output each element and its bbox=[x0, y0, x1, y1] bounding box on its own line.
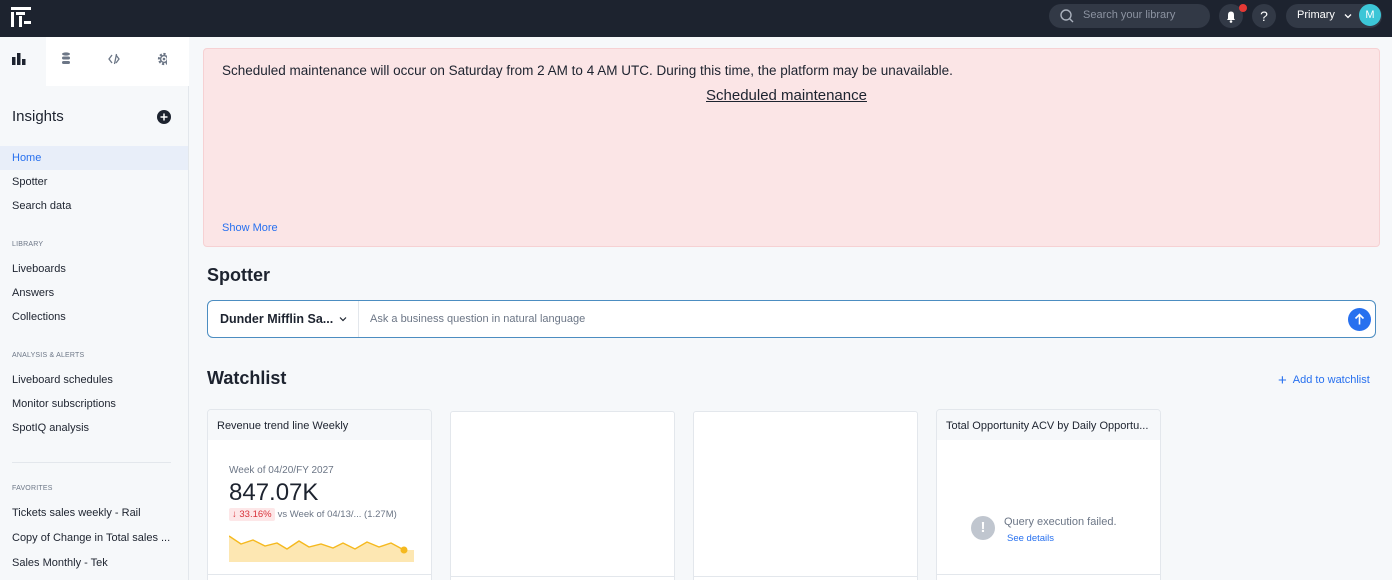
add-to-watchlist-button[interactable]: + Add to watchlist bbox=[1278, 372, 1370, 389]
banner-link[interactable]: Scheduled maintenance bbox=[706, 87, 867, 104]
datasource-selector[interactable]: Dunder Mifflin Sa... bbox=[208, 301, 359, 337]
kpi-period: Week of 04/20/FY 2027 bbox=[229, 465, 334, 476]
org-label: Primary bbox=[1297, 9, 1335, 21]
analysis-heading: ANALYSIS & ALERTS bbox=[12, 352, 85, 359]
sidebar-item-answers[interactable]: Answers bbox=[0, 281, 188, 305]
sidebar-item-spotter[interactable]: Spotter bbox=[0, 170, 188, 194]
top-bar: Search your library ? Primary M bbox=[0, 0, 1392, 37]
thoughtspot-logo-icon[interactable] bbox=[11, 7, 31, 27]
kpi-change-badge: ↓ 33.16% bbox=[229, 508, 275, 521]
kpi-value: 847.07K bbox=[229, 479, 319, 506]
help-button[interactable]: ? bbox=[1252, 4, 1276, 28]
tab-data[interactable] bbox=[46, 37, 92, 86]
add-to-watchlist-label: Add to watchlist bbox=[1292, 374, 1370, 386]
sidebar-item-monitor-subscriptions[interactable]: Monitor subscriptions bbox=[0, 392, 188, 416]
arrow-up-icon bbox=[1354, 313, 1365, 325]
search-library-input[interactable]: Search your library bbox=[1049, 4, 1210, 28]
sidebar-title: Insights bbox=[12, 108, 64, 125]
sidebar-item-liveboards[interactable]: Liveboards bbox=[0, 257, 188, 281]
watchlist-card-empty[interactable] bbox=[693, 411, 918, 580]
notification-badge bbox=[1239, 4, 1247, 12]
sidebar: Insights Home Spotter Search data LIBRAR… bbox=[0, 37, 189, 580]
plus-icon bbox=[160, 113, 168, 121]
sidebar-item-liveboard-schedules[interactable]: Liveboard schedules bbox=[0, 368, 188, 392]
bar-chart-icon bbox=[12, 53, 26, 65]
database-icon bbox=[62, 52, 70, 64]
error-message: Query execution failed. bbox=[1004, 516, 1117, 528]
maintenance-banner: Scheduled maintenance will occur on Satu… bbox=[203, 48, 1380, 247]
tab-develop[interactable] bbox=[93, 37, 139, 86]
spotter-question-input[interactable]: Ask a business question in natural langu… bbox=[370, 313, 585, 325]
kpi-comparison: vs Week of 04/13/... (1.27M) bbox=[277, 509, 397, 520]
spotter-bar: Dunder Mifflin Sa... Ask a business ques… bbox=[207, 300, 1376, 338]
search-placeholder: Search your library bbox=[1083, 9, 1176, 21]
plus-icon: + bbox=[1278, 372, 1287, 389]
chevron-down-icon bbox=[1344, 14, 1352, 19]
gear-icon bbox=[157, 52, 167, 66]
tab-insights[interactable] bbox=[0, 37, 46, 86]
favorite-item[interactable]: Copy of Change in Total sales ... bbox=[0, 526, 188, 550]
card-title: Revenue trend line Weekly bbox=[217, 420, 349, 432]
spotter-heading: Spotter bbox=[207, 265, 270, 285]
tab-admin[interactable] bbox=[140, 37, 186, 86]
datasource-label: Dunder Mifflin Sa... bbox=[220, 312, 334, 326]
sidebar-item-home[interactable]: Home bbox=[0, 146, 188, 170]
kpi-change-percent: 33.16% bbox=[239, 509, 272, 520]
code-icon bbox=[108, 53, 120, 65]
avatar[interactable]: M bbox=[1359, 4, 1381, 26]
sidebar-item-search-data[interactable]: Search data bbox=[0, 194, 188, 218]
error-icon: ! bbox=[971, 516, 995, 540]
watchlist-card-empty[interactable] bbox=[450, 411, 675, 580]
sidebar-item-collections[interactable]: Collections bbox=[0, 305, 188, 329]
sidebar-tabs bbox=[0, 37, 189, 86]
show-more-link[interactable]: Show More bbox=[222, 222, 278, 234]
send-button[interactable] bbox=[1348, 308, 1371, 331]
favorite-item[interactable]: Tickets sales weekly - Rail bbox=[0, 501, 188, 525]
card-title: Total Opportunity ACV by Daily Opportu..… bbox=[946, 420, 1149, 432]
search-icon bbox=[1060, 9, 1074, 23]
library-heading: LIBRARY bbox=[12, 241, 44, 248]
see-details-link[interactable]: See details bbox=[1007, 533, 1054, 544]
sidebar-item-spotiq-analysis[interactable]: SpotIQ analysis bbox=[0, 416, 188, 440]
watchlist-heading: Watchlist bbox=[207, 368, 287, 388]
add-button[interactable] bbox=[157, 110, 171, 124]
sparkline-chart bbox=[229, 535, 414, 562]
help-icon: ? bbox=[1260, 8, 1268, 24]
favorites-heading: FAVORITES bbox=[12, 485, 53, 492]
kpi-change: ↓ 33.16% vs Week of 04/13/... (1.27M) bbox=[229, 508, 397, 521]
chevron-down-icon bbox=[339, 317, 347, 322]
watchlist-card-revenue[interactable]: Revenue trend line Weekly Week of 04/20/… bbox=[207, 409, 432, 580]
watchlist-card-opportunity[interactable]: Total Opportunity ACV by Daily Opportu..… bbox=[936, 409, 1161, 580]
banner-message: Scheduled maintenance will occur on Satu… bbox=[222, 63, 953, 78]
divider bbox=[12, 462, 171, 463]
favorite-item[interactable]: Sales Monthly - Tek bbox=[0, 551, 188, 575]
